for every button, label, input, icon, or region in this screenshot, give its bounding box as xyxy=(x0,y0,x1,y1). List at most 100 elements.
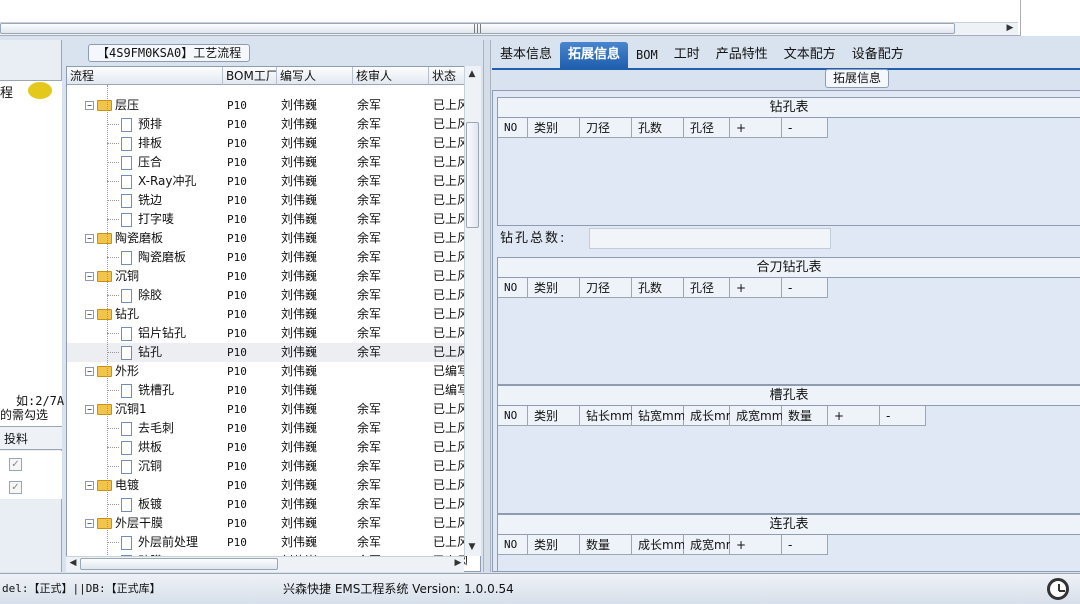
bom-cell: P10 xyxy=(227,441,247,454)
collapse-icon[interactable]: − xyxy=(85,101,94,110)
collapse-icon[interactable]: − xyxy=(85,272,94,281)
tab-product-features[interactable]: 产品特性 xyxy=(708,42,776,68)
table-row[interactable]: X-Ray冲孔 P10 刘伟巍 余军 已上风 xyxy=(67,172,467,191)
touliao-checkbox[interactable]: ✓ xyxy=(9,481,22,494)
combo-column-header: NO xyxy=(498,278,528,298)
slot-column-header[interactable]: - xyxy=(880,406,926,426)
flow-name-cell: − 外形 xyxy=(67,362,223,381)
drill-column-header: 刀径 xyxy=(580,118,632,138)
table-row[interactable]: − 陶瓷磨板 P10 刘伟巍 余军 已上风 xyxy=(67,229,467,248)
flow-name-cell: 外层前处理 xyxy=(67,533,223,552)
table-row[interactable]: − 沉铜 P10 刘伟巍 余军 已上风 xyxy=(67,267,467,286)
flow-name-label: 沉铜1 xyxy=(115,402,147,416)
table-row[interactable]: 外层前处理 P10 刘伟巍 余军 已上风 xyxy=(67,533,467,552)
table-row[interactable]: 打字唛 P10 刘伟巍 余军 已上风 xyxy=(67,210,467,229)
tab-text-recipe[interactable]: 文本配方 xyxy=(776,42,844,68)
table-row[interactable]: 铣边 P10 刘伟巍 余军 已上风 xyxy=(67,191,467,210)
scroll-down-arrow-icon[interactable]: ▼ xyxy=(466,541,478,554)
clock-icon[interactable] xyxy=(1047,578,1069,600)
collapse-icon[interactable]: − xyxy=(85,367,94,376)
status-cell: 已上风 xyxy=(433,174,467,188)
collapse-icon[interactable]: − xyxy=(85,310,94,319)
combo-column-header[interactable]: + xyxy=(730,278,782,298)
bom-cell: P10 xyxy=(227,346,247,359)
scroll-right-arrow-icon[interactable]: ▶ xyxy=(452,557,464,570)
drill-total-input[interactable] xyxy=(589,228,831,249)
tab-extended-info[interactable]: 拓展信息 xyxy=(560,42,629,68)
table-row[interactable]: − 电镀 P10 刘伟巍 余军 已上风 xyxy=(67,476,467,495)
slot-column-header[interactable]: + xyxy=(828,406,880,426)
subtab-extended-info[interactable]: 拓展信息 xyxy=(825,69,889,88)
combo-column-header[interactable]: - xyxy=(782,278,828,298)
table-row[interactable]: 陶瓷磨板 P10 刘伟巍 余军 已上风 xyxy=(67,248,467,267)
bom-cell: P10 xyxy=(227,175,247,188)
collapse-icon[interactable]: − xyxy=(85,519,94,528)
flow-name-label: 外形 xyxy=(115,364,140,378)
table-row[interactable]: 沉铜 P10 刘伟巍 余军 已上风 xyxy=(67,457,467,476)
table-row[interactable]: 除胶 P10 刘伟巍 余军 已上风 xyxy=(67,286,467,305)
table-row[interactable]: 压合 P10 刘伟巍 余军 已上风 xyxy=(67,153,467,172)
flow-name-label: 烘板 xyxy=(138,440,163,454)
drill-column-header[interactable]: + xyxy=(730,118,782,138)
table-row[interactable]: − 沉铜1 P10 刘伟巍 余军 已上风 xyxy=(67,400,467,419)
flow-name-cell: 陶瓷磨板 xyxy=(67,248,223,267)
document-icon xyxy=(121,212,132,227)
process-flow-grid: 流程 BOM工厂 编写人 核审人 状态 − 层压 P10 刘伟巍 余军 已上风 预排 P10 刘… xyxy=(66,66,481,572)
tab-bom[interactable]: BOM xyxy=(628,42,666,68)
link-column-header[interactable]: - xyxy=(782,535,828,555)
table-row[interactable]: 烘板 P10 刘伟巍 余军 已上风 xyxy=(67,438,467,457)
status-cell: 已上风 xyxy=(433,212,467,226)
scroll-up-arrow-icon[interactable]: ▲ xyxy=(466,68,478,81)
reviewer-cell xyxy=(353,77,429,96)
reviewer-cell: 余军 xyxy=(357,288,382,302)
tab-equipment-recipe[interactable]: 设备配方 xyxy=(844,42,912,68)
bom-cell: P10 xyxy=(227,308,247,321)
tab-work-hours[interactable]: 工时 xyxy=(666,42,708,68)
status-cell: 已上风 xyxy=(433,193,467,207)
table-row[interactable]: − 外形 P10 刘伟巍 已编写 xyxy=(67,362,467,381)
flow-name-label: 铝片钻孔 xyxy=(138,326,187,340)
table-row[interactable]: 钻孔 P10 刘伟巍 余军 已上风 xyxy=(67,343,467,362)
grid-horizontal-thumb[interactable] xyxy=(80,558,278,570)
table-row[interactable]: − 钻孔 P10 刘伟巍 余军 已上风 xyxy=(67,305,467,324)
scroll-right-arrow-icon[interactable]: ▶ xyxy=(1004,22,1016,35)
collapse-icon[interactable]: − xyxy=(85,234,94,243)
speech-bubble-icon[interactable] xyxy=(28,82,52,99)
touliao-checkbox[interactable]: ✓ xyxy=(9,458,22,471)
panel-splitter[interactable] xyxy=(483,40,491,572)
writer-cell: 刘伟巍 xyxy=(281,516,318,530)
bom-cell: P10 xyxy=(227,213,247,226)
drill-column-header[interactable]: - xyxy=(782,118,828,138)
table-row[interactable]: 排板 P10 刘伟巍 余军 已上风 xyxy=(67,134,467,153)
collapse-icon[interactable]: − xyxy=(85,481,94,490)
flow-name-cell: 钻孔 xyxy=(67,343,223,362)
status-cell: 已编写 xyxy=(433,364,467,378)
scroll-left-arrow-icon[interactable]: ◀ xyxy=(67,557,79,570)
flow-name-cell: 打字唛 xyxy=(67,210,223,229)
flow-name-label: 陶瓷磨板 xyxy=(138,250,187,264)
top-scroll-thumb[interactable]: ||| xyxy=(0,23,955,34)
bom-cell: P10 xyxy=(227,118,247,131)
document-icon xyxy=(121,136,132,151)
status-cell: 已上风 xyxy=(433,402,467,416)
slot-column-header: 数量 xyxy=(782,406,828,426)
grid-vertical-thumb[interactable] xyxy=(466,122,479,228)
flow-name-label: 打字唛 xyxy=(138,212,175,226)
flow-name-label: 电镀 xyxy=(115,478,140,492)
table-row[interactable]: 预排 P10 刘伟巍 余军 已上风 xyxy=(67,115,467,134)
link-column-header[interactable]: + xyxy=(730,535,782,555)
table-row[interactable] xyxy=(67,77,467,96)
table-row[interactable]: 铣槽孔 P10 刘伟巍 已编写 xyxy=(67,381,467,400)
table-row[interactable]: − 外层干膜 P10 刘伟巍 余军 已上风 xyxy=(67,514,467,533)
table-row[interactable]: 铝片钻孔 P10 刘伟巍 余军 已上风 xyxy=(67,324,467,343)
drill-table: 钻孔表 NO 类别 刀径 孔数 孔径 + - xyxy=(497,97,1080,226)
tab-basic-info[interactable]: 基本信息 xyxy=(492,42,560,68)
drill-total-label: 钻孔总数: xyxy=(500,231,567,246)
table-row[interactable]: 板镀 P10 刘伟巍 余军 已上风 xyxy=(67,495,467,514)
table-row[interactable]: − 层压 P10 刘伟巍 余军 已上风 xyxy=(67,96,467,115)
bom-cell: P10 xyxy=(227,479,247,492)
writer-cell: 刘伟巍 xyxy=(281,478,318,492)
table-row[interactable]: 去毛刺 P10 刘伟巍 余军 已上风 xyxy=(67,419,467,438)
link-column-header: 数量 xyxy=(580,535,632,555)
collapse-icon[interactable]: − xyxy=(85,405,94,414)
